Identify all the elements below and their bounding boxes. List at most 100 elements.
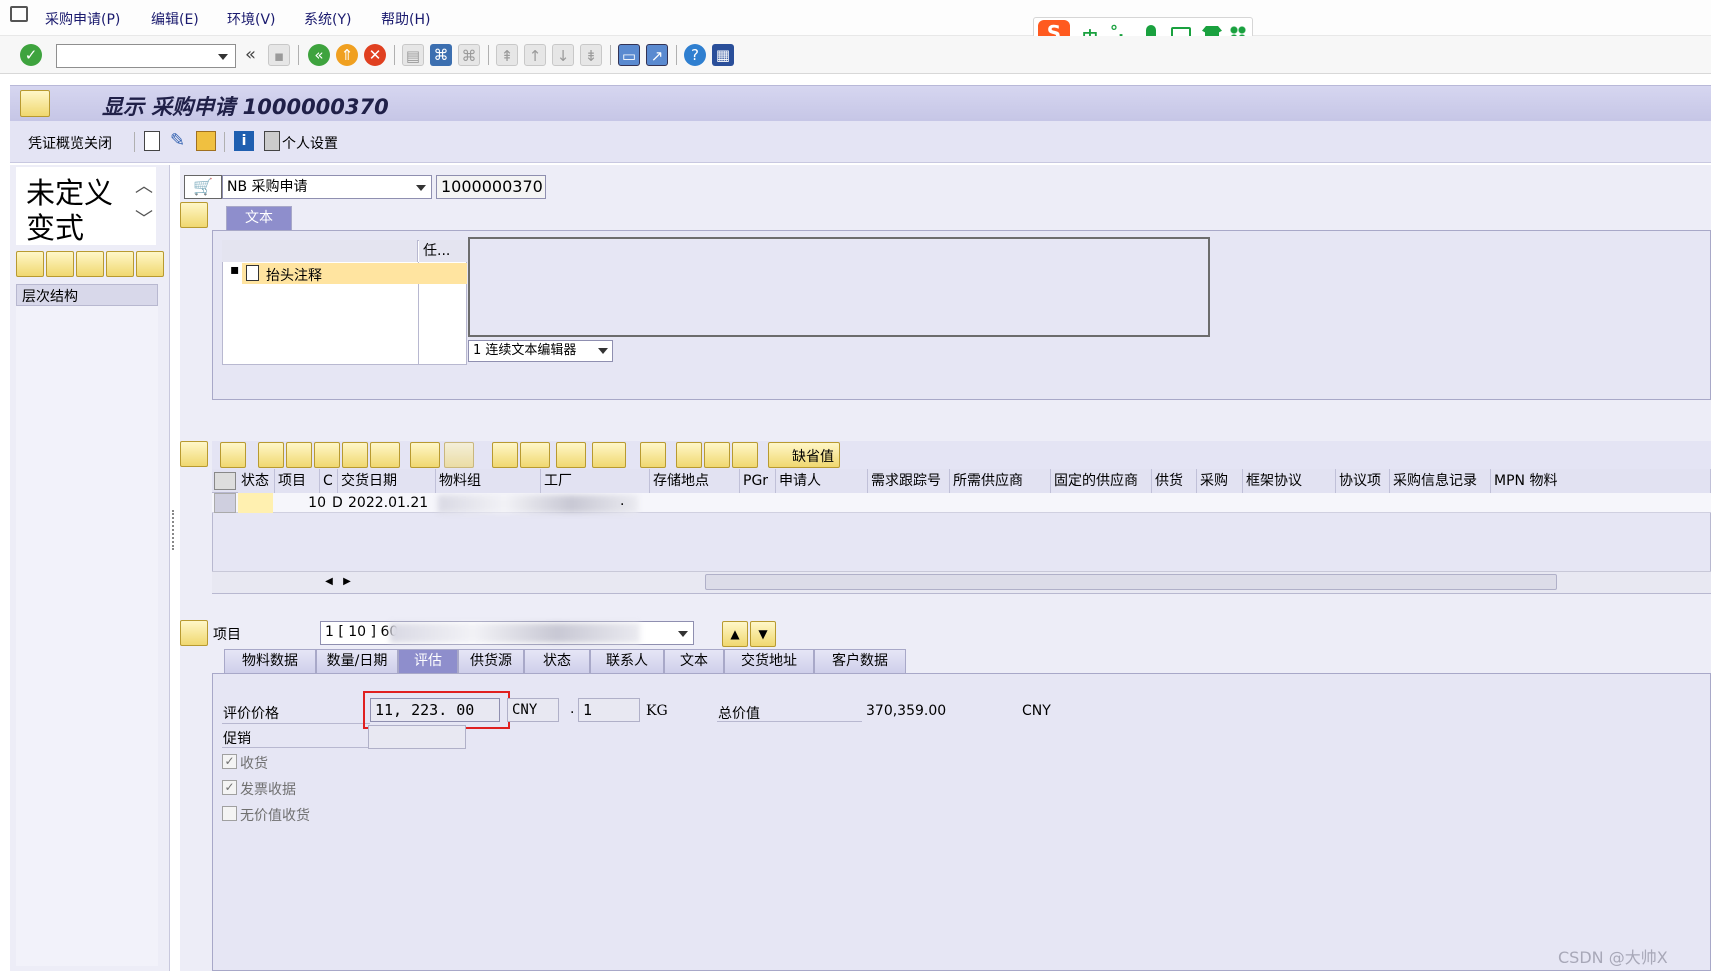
menu-environment[interactable]: 环境(V) [227, 9, 276, 29]
find-next-icon[interactable]: ⌘ [458, 44, 480, 66]
scroll-left-icon[interactable]: ◀ [320, 573, 338, 591]
grid-column-header[interactable]: 采购信息记录 [1390, 469, 1491, 493]
currency-field[interactable]: CNY [507, 698, 559, 722]
grid-layout-icon[interactable] [592, 442, 626, 468]
doc-number-field[interactable]: 1000000370 [436, 175, 546, 199]
sum-icon[interactable] [410, 442, 440, 468]
menu-system[interactable]: 系统(Y) [304, 9, 351, 29]
grid-find-icon[interactable] [314, 442, 340, 468]
tab-quantity-date[interactable]: 数量/日期 [316, 649, 398, 673]
grid-column-header[interactable]: C [320, 469, 338, 493]
grid-paste-icon[interactable] [732, 442, 758, 468]
grid-column-header[interactable]: 所需供应商 [950, 469, 1051, 493]
grid-view-icon[interactable] [520, 442, 550, 468]
grid-export-icon[interactable] [556, 442, 586, 468]
grid-column-header[interactable]: 采购 [1197, 469, 1243, 493]
command-field[interactable] [56, 44, 236, 68]
doc-type-select[interactable]: NB 采购申请 [222, 175, 432, 199]
gr-checkbox[interactable]: ✓ [222, 754, 237, 769]
next-item-button[interactable]: ▼ [750, 621, 776, 647]
price-unit-field[interactable]: 1 [578, 698, 640, 722]
grid-column-header[interactable]: PGr [740, 469, 776, 493]
grid-column-header[interactable]: 状态 [238, 469, 275, 493]
tab-delivery-address[interactable]: 交货地址 [724, 649, 814, 673]
cancel-icon[interactable]: ✕ [364, 44, 386, 66]
shortcut-icon[interactable]: ↗ [646, 44, 668, 66]
items-details-icon[interactable] [220, 442, 246, 468]
customize-layout-icon[interactable]: ▦ [712, 44, 734, 66]
non-valuated-gr-checkbox[interactable] [222, 806, 237, 821]
create-doc-icon[interactable] [144, 131, 160, 151]
tab-text[interactable]: 文本 [664, 649, 724, 673]
doc-overview-close-button[interactable]: 凭证概览关闭 [28, 133, 112, 153]
editor-select[interactable]: 1 连续文本编辑器 [468, 340, 613, 362]
text-item-label[interactable]: 抬头注释 [266, 265, 322, 285]
item-detail-toggle-button[interactable] [180, 620, 208, 646]
collapse-tree-icon[interactable] [46, 251, 74, 277]
find-icon[interactable]: ⌘ [430, 44, 452, 66]
grid-column-header[interactable]: 供货 [1152, 469, 1197, 493]
item-category-cell[interactable]: D [332, 495, 343, 511]
row-selector[interactable] [214, 493, 236, 513]
tab-header-text[interactable]: 文本 [226, 206, 292, 230]
other-doc-icon[interactable] [196, 131, 216, 151]
menu-edit[interactable]: 编辑(E) [151, 9, 199, 29]
last-page-icon[interactable]: ⇟ [580, 44, 602, 66]
promotion-field[interactable] [368, 725, 466, 749]
grid-column-header[interactable]: 申请人 [776, 469, 868, 493]
invoice-receipt-checkbox[interactable]: ✓ [222, 780, 237, 795]
change-display-icon[interactable]: ✎ [170, 131, 190, 151]
grid-column-header[interactable]: 存储地点 [650, 469, 740, 493]
command-dropdown-icon[interactable] [218, 54, 228, 60]
tree-find-icon[interactable] [106, 251, 134, 277]
status-cell[interactable] [238, 493, 273, 513]
item-number-cell[interactable]: 10 [280, 495, 326, 511]
item-dropdown-icon[interactable] [678, 631, 688, 637]
grid-copy-icon[interactable] [676, 442, 702, 468]
grid-info-icon[interactable] [640, 442, 666, 468]
grid-column-header[interactable]: 协议项 [1336, 469, 1390, 493]
sort-asc-icon[interactable] [258, 442, 284, 468]
text-editor[interactable] [468, 237, 1210, 337]
collapse-icon[interactable]: « [245, 44, 256, 65]
new-session-icon[interactable]: ▭ [618, 44, 640, 66]
table-row[interactable] [212, 493, 1711, 513]
subtotal-icon[interactable] [444, 442, 474, 468]
personal-settings-icon[interactable] [264, 131, 280, 151]
exit-icon[interactable]: ⇑ [336, 44, 358, 66]
grid-column-header[interactable]: 固定的供应商 [1051, 469, 1152, 493]
grid-column-header[interactable]: 项目 [275, 469, 320, 493]
save-icon[interactable]: ▪ [268, 44, 290, 66]
text-tree-col2-header[interactable]: 任... [419, 240, 467, 262]
tree-layout-icon[interactable] [136, 251, 164, 277]
grid-column-header[interactable]: 框架协议 [1243, 469, 1336, 493]
scroll-up-icon[interactable]: ︿ [135, 172, 153, 198]
enter-check-icon[interactable]: ✓ [20, 44, 42, 66]
refresh-icon[interactable] [76, 251, 104, 277]
menu-purchase-req[interactable]: 采购申请(P) [45, 9, 120, 29]
grid-column-header[interactable]: MPN 物料 [1491, 469, 1711, 493]
tab-status[interactable]: 状态 [524, 649, 590, 673]
doc-type-dropdown-icon[interactable] [416, 185, 426, 191]
tab-material-data[interactable]: 物料数据 [224, 649, 316, 673]
tab-valuation[interactable]: 评估 [398, 649, 458, 673]
next-page-icon[interactable]: ↓ [552, 44, 574, 66]
grid-find-next-icon[interactable] [342, 442, 368, 468]
scroll-thumb[interactable] [705, 574, 1557, 590]
prev-item-button[interactable]: ▲ [722, 621, 748, 647]
tab-contact[interactable]: 联系人 [590, 649, 664, 673]
sort-desc-icon[interactable] [286, 442, 312, 468]
grid-column-header[interactable]: 需求跟踪号 [868, 469, 950, 493]
grid-print-icon[interactable] [492, 442, 518, 468]
info-icon[interactable]: i [234, 131, 254, 151]
grid-edit-icon[interactable] [704, 442, 730, 468]
grid-column-header[interactable]: 交货日期 [338, 469, 436, 493]
editor-dropdown-icon[interactable] [598, 348, 608, 354]
first-page-icon[interactable]: ⇞ [496, 44, 518, 66]
scroll-right-icon[interactable]: ▶ [338, 573, 356, 591]
menu-help[interactable]: 帮助(H) [381, 9, 430, 29]
grid-column-header[interactable]: 工厂 [541, 469, 650, 493]
splitter-handle[interactable] [172, 510, 175, 550]
help-icon[interactable]: ? [684, 44, 706, 66]
delivery-date-cell[interactable]: 2022.01.21 [348, 495, 428, 511]
